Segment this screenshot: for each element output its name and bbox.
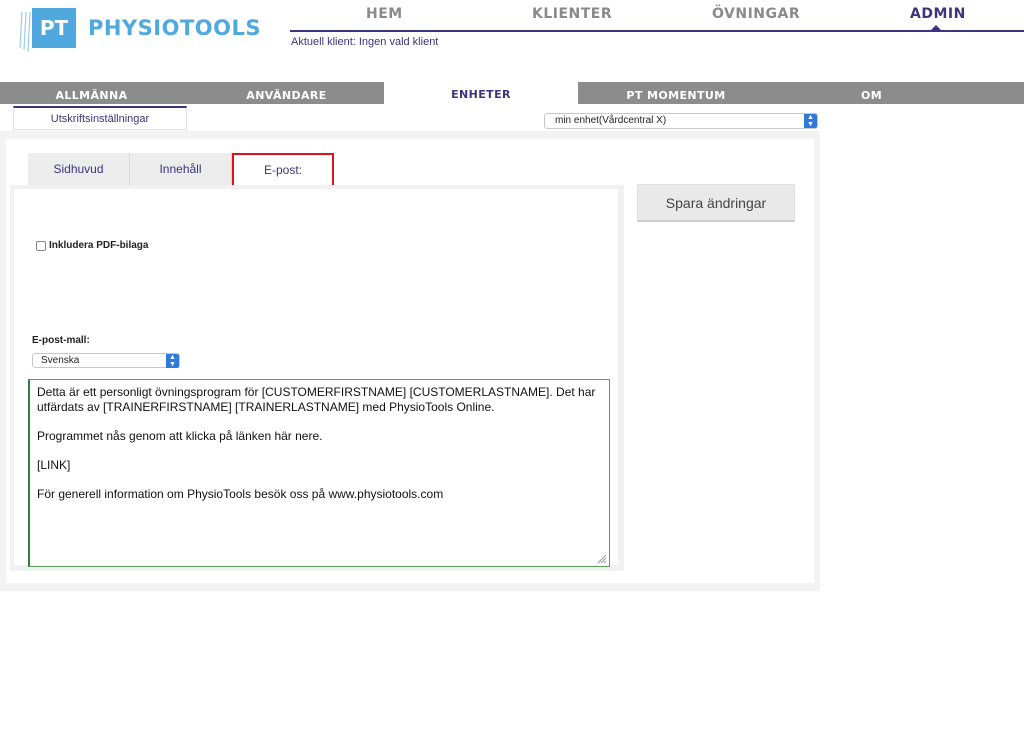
tab-allmanna[interactable]: ALLMÄNNA [0,82,183,104]
nav-admin[interactable]: ADMIN [910,6,966,22]
admin-tabbar: ALLMÄNNA ANVÄNDARE ENHETER PT MOMENTUM O… [0,80,1024,104]
logo-mark: PT [32,8,76,48]
template-language-value: Svenska [41,355,80,366]
tab-pt-momentum[interactable]: PT MOMENTUM [578,82,774,104]
select-arrows-icon: ▲ ▼ [804,114,817,128]
tab-anvandare[interactable]: ANVÄNDARE [190,82,383,104]
email-body-paragraph: Detta är ett personligt övningsprogram f… [37,385,596,414]
subtab-print-settings[interactable]: Utskriftsinställningar [13,106,187,130]
email-body-paragraph: Programmet nås genom att klicka på länke… [37,429,323,443]
email-body-textarea[interactable]: Detta är ett personligt övningsprogram f… [28,379,610,567]
save-changes-button[interactable]: Spara ändringar [637,184,795,222]
settings-panel: Sidhuvud Innehåll E-post: Inkludera PDF-… [0,131,820,591]
email-template-label: E-post-mall: [32,335,90,346]
active-nav-caret-icon [930,25,942,31]
template-language-select[interactable]: Svenska ▲ ▼ [32,353,180,368]
brand-name: PHYSIOTOOLS [88,16,261,40]
tab-om[interactable]: OM [774,82,969,104]
top-navigation: HEM KLIENTER ÖVNINGAR ADMIN [290,6,1024,30]
tab-sidhuvud[interactable]: Sidhuvud [28,153,130,185]
unit-select[interactable]: min enhet(Vårdcentral X) ▲ ▼ [544,113,818,129]
email-form: Inkludera PDF-bilaga E-post-mall: Svensk… [14,189,618,567]
tab-epost[interactable]: E-post: [232,153,334,187]
tab-enheter[interactable]: ENHETER [384,80,578,104]
select-arrows-icon: ▲ ▼ [166,354,179,368]
current-client-status: Aktuell klient: Ingen vald klient [291,36,439,48]
email-body-paragraph: [LINK] [37,458,71,472]
include-pdf-checkbox[interactable] [36,240,46,251]
resize-grip-icon[interactable] [597,554,607,564]
nav-klienter[interactable]: KLIENTER [532,6,612,22]
unit-select-value: min enhet(Vårdcentral X) [555,115,667,126]
include-pdf-row[interactable]: Inkludera PDF-bilaga [36,240,148,251]
email-form-box: Inkludera PDF-bilaga E-post-mall: Svensk… [10,185,624,571]
nav-ovningar[interactable]: ÖVNINGAR [712,6,800,22]
settings-panel-inner: Sidhuvud Innehåll E-post: Inkludera PDF-… [6,139,814,583]
email-settings-tabs: Sidhuvud Innehåll E-post: [28,153,334,187]
email-body-paragraph: För generell information om PhysioTools … [37,487,444,501]
include-pdf-label: Inkludera PDF-bilaga [49,240,149,251]
nav-hem[interactable]: HEM [366,6,403,22]
tab-innehall[interactable]: Innehåll [130,153,232,185]
nav-underline [290,30,1024,32]
